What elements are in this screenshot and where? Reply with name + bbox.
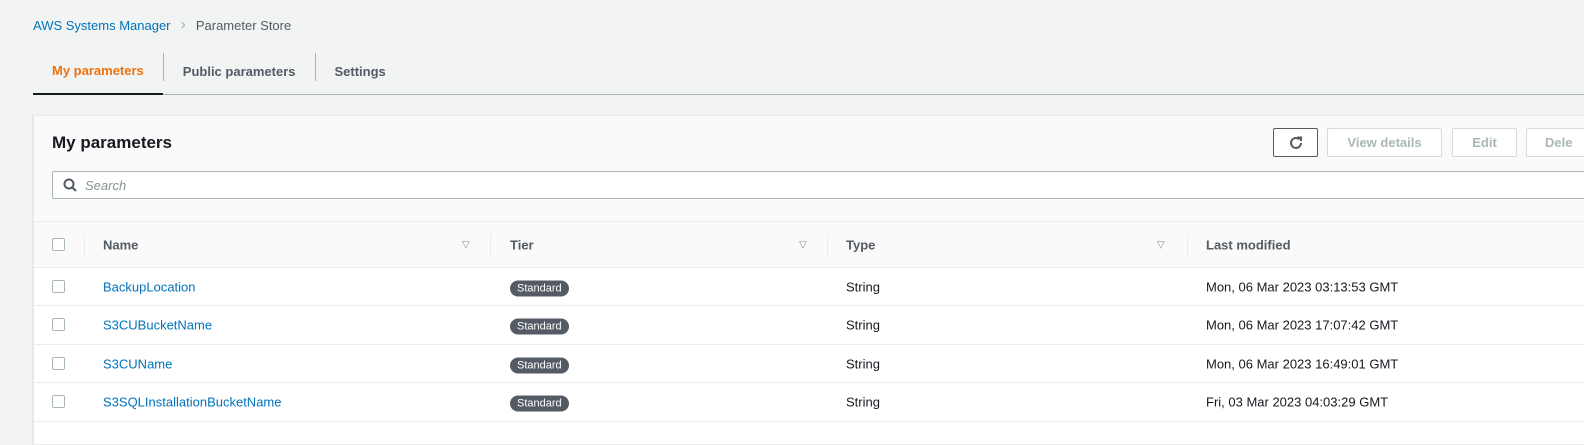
type-cell: String bbox=[846, 279, 880, 294]
tier-badge: Standard bbox=[510, 357, 569, 373]
view-details-button[interactable]: View details bbox=[1327, 128, 1442, 157]
card-header: My parameters View details Edit Dele bbox=[34, 116, 1584, 222]
parameters-card: My parameters View details Edit Dele Nam… bbox=[33, 115, 1584, 445]
table-row[interactable]: BackupLocation Standard String Mon, 06 M… bbox=[34, 268, 1584, 306]
edit-button[interactable]: Edit bbox=[1452, 128, 1517, 157]
sort-icon[interactable]: ▽ bbox=[799, 239, 807, 250]
search-input[interactable] bbox=[85, 177, 263, 193]
last-modified-cell: Mon, 06 Mar 2023 17:07:42 GMT bbox=[1206, 317, 1399, 333]
breadcrumb-current: Parameter Store bbox=[195, 17, 292, 33]
type-cell: String bbox=[846, 317, 880, 333]
search-icon bbox=[63, 178, 77, 192]
last-modified-cell: Mon, 06 Mar 2023 03:13:53 GMT bbox=[1206, 279, 1399, 294]
card-title: My parameters bbox=[52, 133, 173, 152]
column-header-type[interactable]: Type bbox=[846, 237, 875, 252]
last-modified-cell: Fri, 03 Mar 2023 04:03:29 GMT bbox=[1206, 394, 1389, 410]
select-all-checkbox[interactable] bbox=[52, 237, 65, 251]
sort-icon[interactable]: ▽ bbox=[1157, 239, 1165, 250]
tab-settings[interactable]: Settings bbox=[316, 48, 405, 94]
chevron-right-icon: › bbox=[180, 16, 186, 33]
parameter-name-link[interactable]: S3SQLInstallationBucketName bbox=[103, 395, 281, 410]
row-checkbox[interactable] bbox=[52, 318, 65, 331]
tab-public-parameters[interactable]: Public parameters bbox=[164, 48, 315, 94]
search-field[interactable] bbox=[52, 171, 1584, 199]
row-checkbox[interactable] bbox=[52, 279, 65, 293]
row-checkbox[interactable] bbox=[52, 356, 65, 370]
column-divider bbox=[490, 234, 491, 256]
delete-button[interactable]: Dele bbox=[1526, 128, 1584, 157]
table-row[interactable]: S3CUBucketName Standard String Mon, 06 M… bbox=[34, 306, 1584, 345]
tab-my-parameters[interactable]: My parameters bbox=[33, 48, 163, 95]
parameter-name-link[interactable]: BackupLocation bbox=[103, 279, 196, 294]
tier-badge: Standard bbox=[510, 395, 569, 412]
refresh-button[interactable] bbox=[1273, 128, 1318, 157]
tier-badge: Standard bbox=[510, 280, 569, 296]
table-row[interactable]: S3SQLInstallationBucketName Standard Str… bbox=[34, 383, 1584, 422]
last-modified-cell: Mon, 06 Mar 2023 16:49:01 GMT bbox=[1206, 356, 1399, 371]
parameter-name-link[interactable]: S3CUName bbox=[103, 356, 172, 371]
table-row[interactable]: S3CUName Standard String Mon, 06 Mar 202… bbox=[34, 345, 1584, 383]
tab-bar: My parameters Public parameters Settings bbox=[33, 48, 1584, 95]
tier-badge: Standard bbox=[510, 318, 569, 335]
sort-icon[interactable]: ▽ bbox=[462, 239, 470, 250]
column-header-last-modified[interactable]: Last modified bbox=[1206, 237, 1291, 252]
column-divider bbox=[1187, 234, 1188, 256]
table-header: Name ▽ Tier ▽ Type ▽ Last modified bbox=[34, 222, 1584, 268]
column-header-tier[interactable]: Tier bbox=[510, 237, 534, 252]
column-divider bbox=[84, 234, 85, 256]
parameter-name-link[interactable]: S3CUBucketName bbox=[103, 318, 212, 333]
column-header-name[interactable]: Name bbox=[103, 237, 138, 252]
type-cell: String bbox=[846, 356, 880, 371]
type-cell: String bbox=[846, 394, 880, 410]
breadcrumb: AWS Systems Manager › Parameter Store bbox=[33, 16, 291, 34]
column-divider bbox=[827, 234, 828, 256]
breadcrumb-systems-manager[interactable]: AWS Systems Manager bbox=[33, 18, 171, 33]
row-checkbox[interactable] bbox=[52, 395, 65, 408]
refresh-icon bbox=[1289, 136, 1302, 149]
